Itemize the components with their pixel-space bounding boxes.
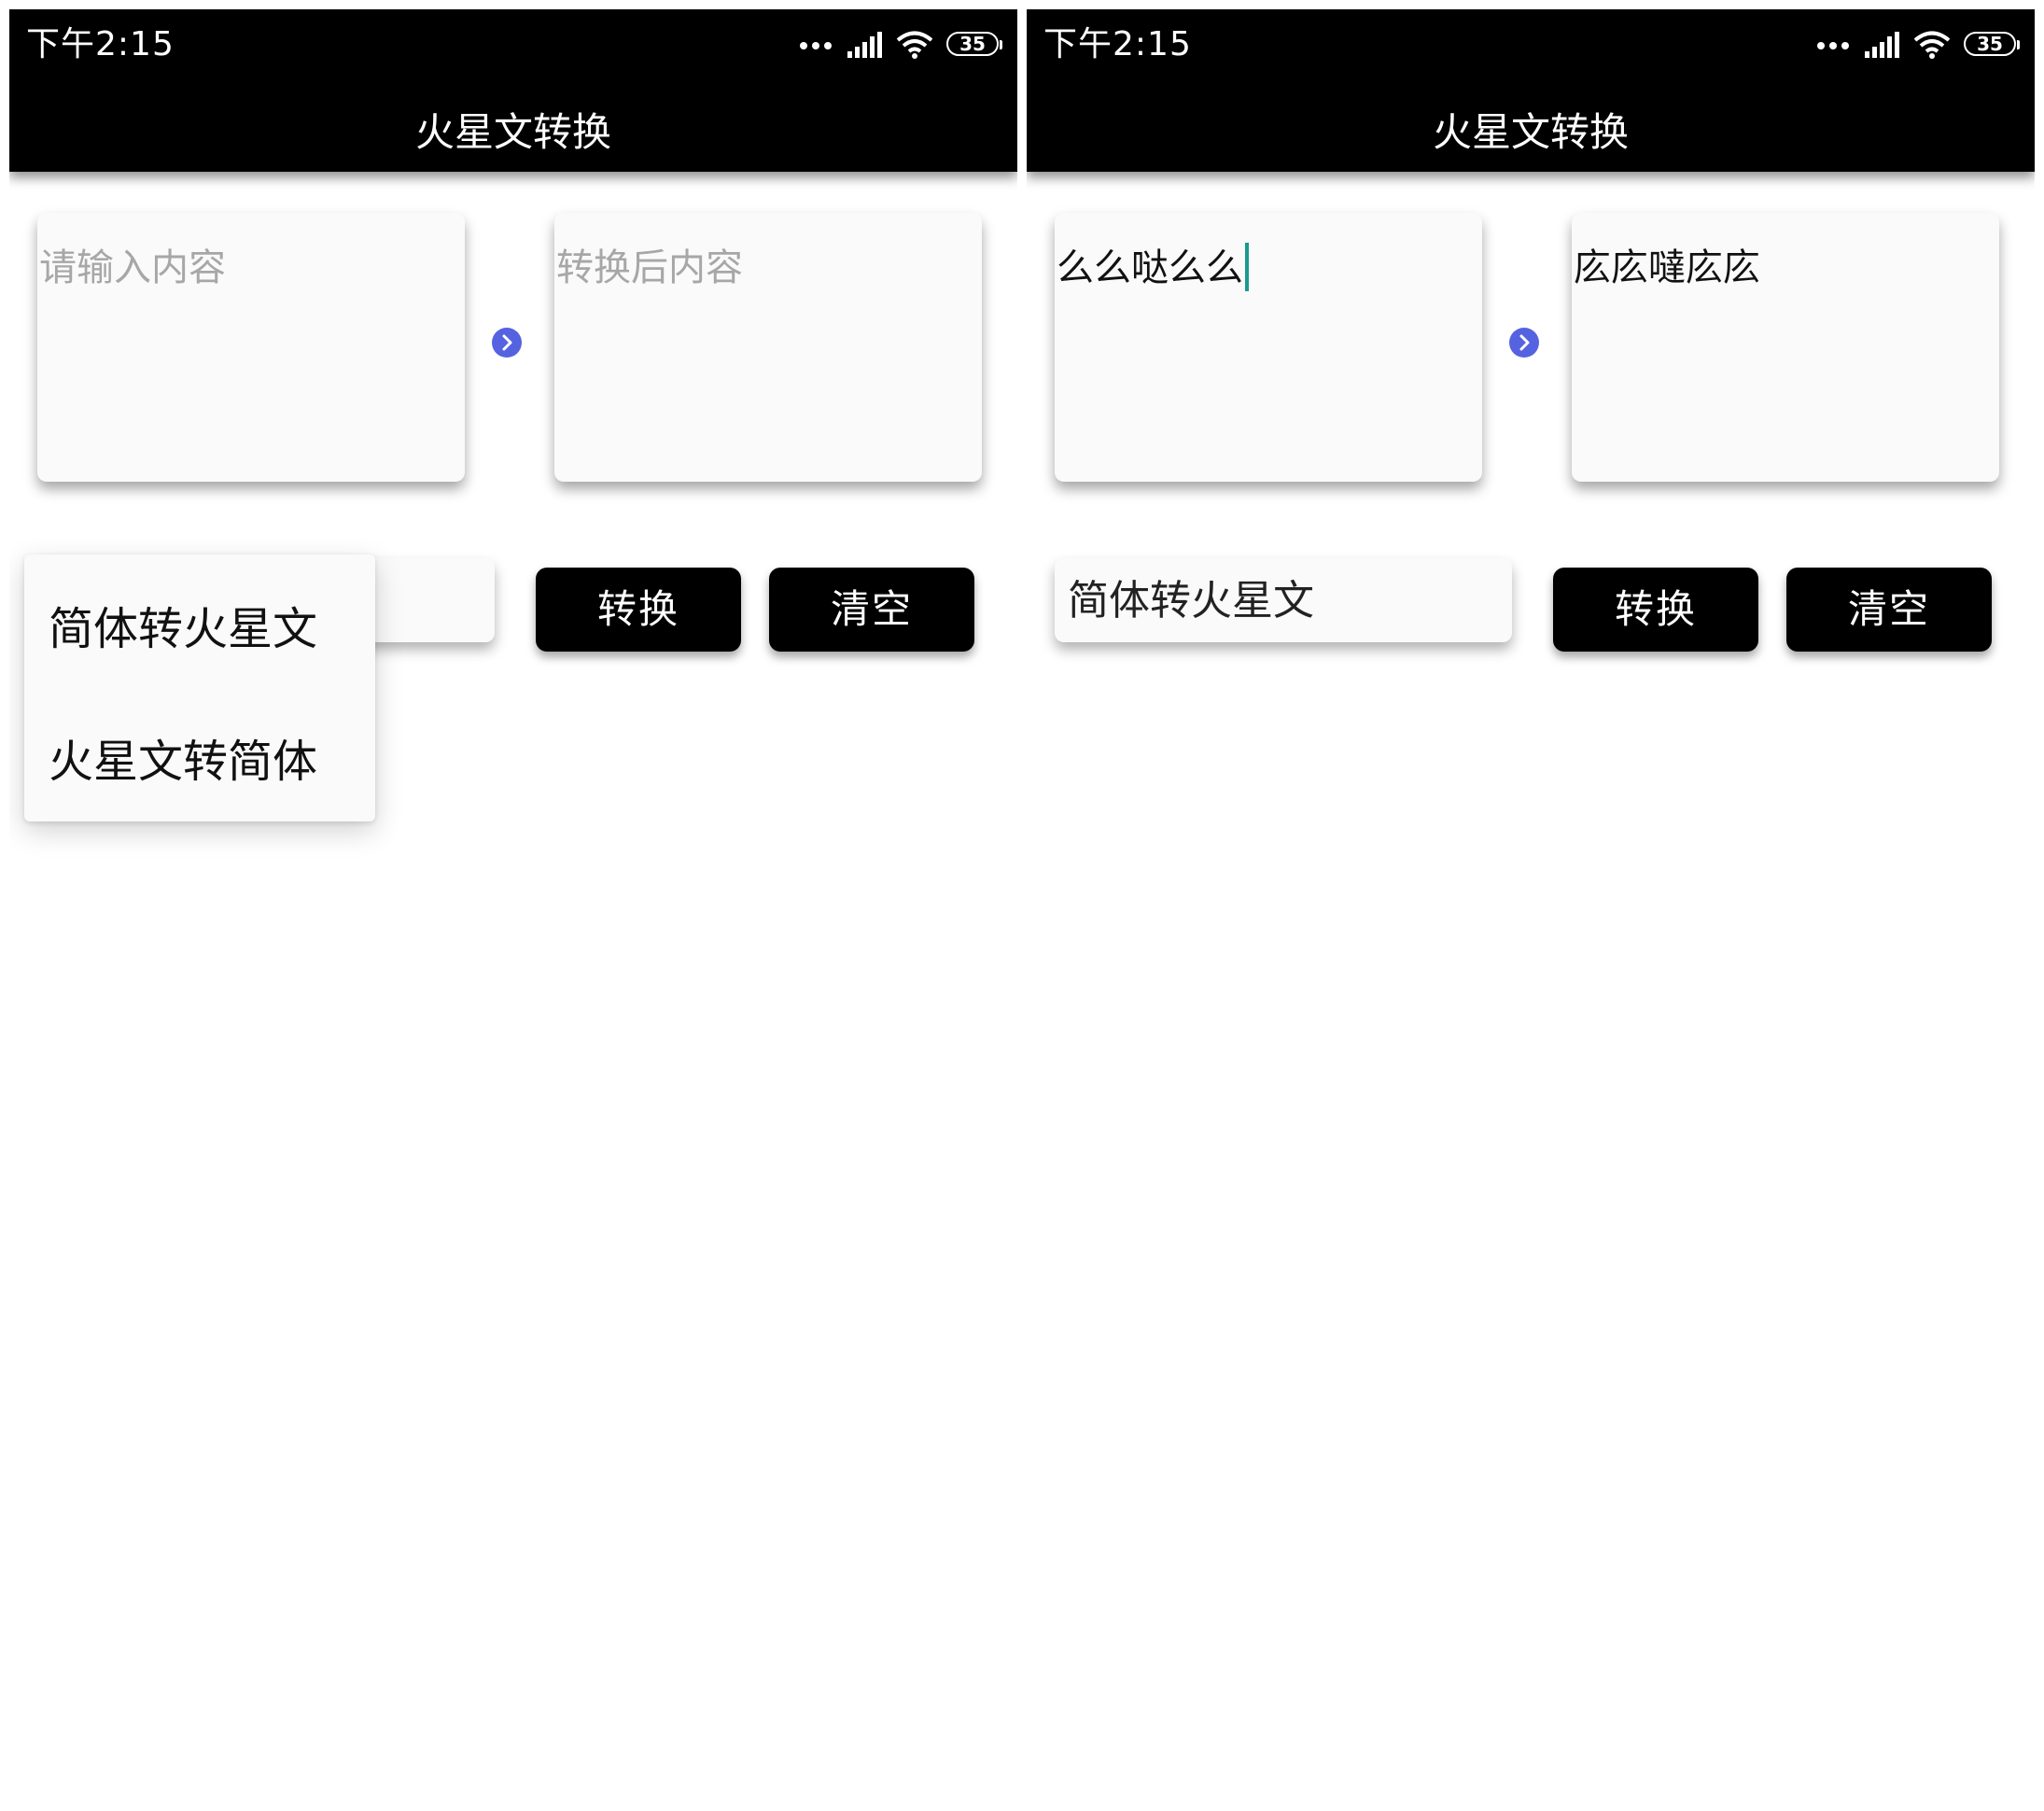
status-icons: 35	[786, 26, 1002, 63]
status-bar: 下午2:15 35	[1027, 9, 2035, 93]
signal-icon	[847, 32, 882, 58]
app-title: 火星文转换	[414, 109, 611, 155]
status-time: 下午2:15	[26, 25, 175, 63]
wifi-icon	[896, 31, 933, 59]
input-text-field[interactable]: 么么哒么么	[1055, 213, 1482, 482]
mode-dropdown-menu: 简体转火星文 火星文转简体	[24, 555, 375, 821]
battery-level: 35	[959, 33, 986, 55]
app-title: 火星文转换	[1432, 109, 1629, 155]
app-toolbar: 火星文转换	[1027, 93, 2035, 172]
status-bar: 下午2:15 35	[9, 9, 1017, 93]
status-icons: 35	[1803, 26, 2020, 63]
text-caret	[1245, 243, 1249, 291]
convert-button[interactable]: 转换	[536, 568, 741, 652]
battery-level: 35	[1977, 33, 2003, 55]
chevron-right-icon	[492, 328, 522, 358]
more-dots-icon	[800, 42, 832, 49]
signal-icon	[1865, 32, 1899, 58]
output-text-field: 庅庅噠庅庅	[1572, 213, 1999, 482]
mode-spinner[interactable]: 简体转火星文	[1055, 558, 1512, 642]
output-placeholder: 转换后内容	[556, 246, 743, 289]
input-text-field[interactable]: 请输入内容	[37, 213, 465, 482]
battery-icon: 35	[1964, 32, 2020, 58]
chevron-right-icon	[1509, 328, 1539, 358]
spinner-selected-value: 简体转火星文	[1068, 577, 1314, 625]
output-value: 庅庅噠庅庅	[1574, 246, 1760, 289]
battery-icon: 35	[946, 32, 1002, 58]
wifi-icon	[1913, 31, 1951, 59]
output-text-field: 转换后内容	[554, 213, 982, 482]
phone-screen-left: 下午2:15 35 火星文转换 请输入内容 转换后内容 转换 清空 简体转火星文…	[9, 9, 1017, 1802]
clear-button[interactable]: 清空	[769, 568, 974, 652]
phone-screen-right: 下午2:15 35 火星文转换 么么哒么么 庅庅噠庅庅 简体转火星文 转换 清空	[1027, 9, 2035, 1802]
dropdown-option-to-martian[interactable]: 简体转火星文	[49, 592, 366, 667]
convert-button[interactable]: 转换	[1553, 568, 1758, 652]
input-placeholder: 请输入内容	[39, 246, 226, 289]
input-value-line: 么么哒么么	[1057, 243, 1249, 293]
dropdown-option-to-simplified[interactable]: 火星文转简体	[49, 724, 366, 799]
clear-button[interactable]: 清空	[1786, 568, 1992, 652]
app-toolbar: 火星文转换	[9, 93, 1017, 172]
status-time: 下午2:15	[1043, 25, 1192, 63]
input-value: 么么哒么么	[1057, 246, 1243, 289]
more-dots-icon	[1817, 42, 1849, 49]
